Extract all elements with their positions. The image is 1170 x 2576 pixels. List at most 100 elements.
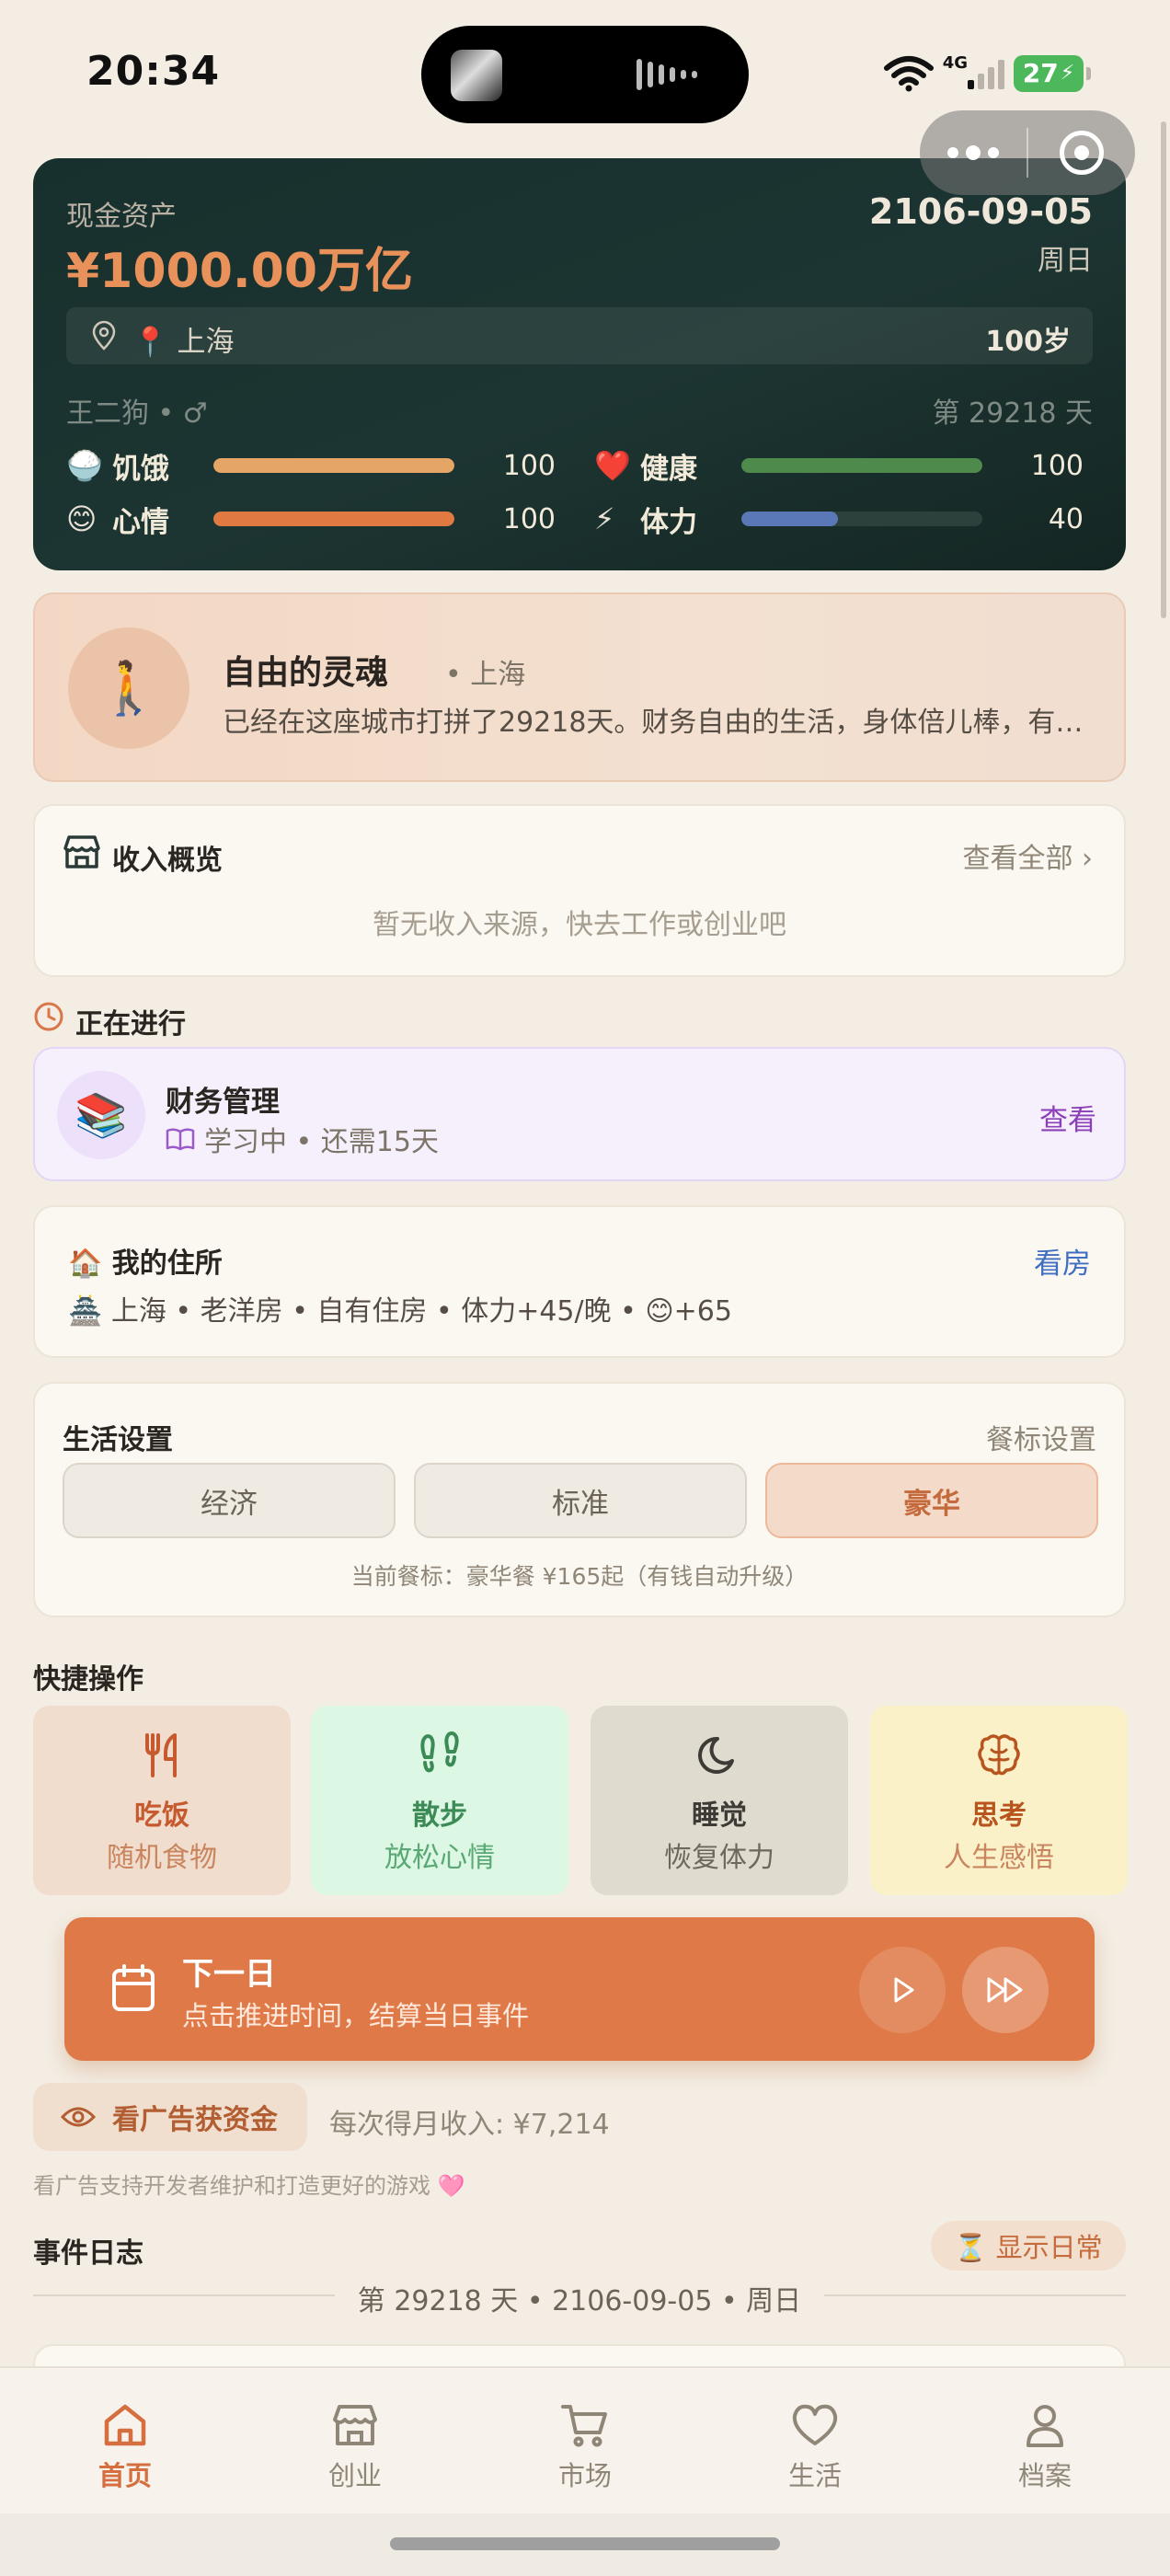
task-status-text: 学习中 • 还需15天 [204,1126,439,1158]
quick-action-sub: 人生感悟 [944,1842,1054,1874]
stat-value: 100 [1030,449,1084,482]
tab-profile[interactable]: 档案 [981,2399,1109,2493]
watch-ad-label: 看广告获资金 [112,2104,278,2136]
scrollbar[interactable] [1161,121,1166,618]
stat-bar-fill [213,458,454,473]
stat-bar [741,512,982,526]
task-card-finance[interactable]: 📚 财务管理 学习中 • 还需15天 查看 [33,1047,1126,1181]
quick-actions-title: 快捷操作 [33,1663,143,1696]
home-indicator[interactable] [390,2537,780,2550]
game-date: 2106-09-05 [868,191,1093,232]
next-day-title: 下一日 [182,1956,276,1993]
in-progress-title: 正在进行 [75,1008,186,1041]
cash-value: ¥1000.00万亿 [66,244,414,299]
heart-icon [792,2404,838,2445]
stat-label: 心情 [112,505,169,539]
stat-value: 40 [1048,502,1084,535]
meal-note: 当前餐标：豪华餐 ¥165起（有钱自动升级） [350,1563,809,1590]
moon-icon [698,1736,734,1774]
ad-support-note: 看广告支持开发者维护和打造更好的游戏 🩷 [33,2173,465,2199]
meal-option-economy[interactable]: 经济 [63,1463,396,1538]
next-day-button[interactable]: 下一日 点击推进时间，结算当日事件 [64,1917,1095,2061]
quick-action-sub: 恢复体力 [664,1842,774,1874]
day-count: 第 29218 天 [932,397,1093,430]
quick-action-label: 睡觉 [692,1800,747,1832]
quick-action-label: 吃饭 [134,1800,189,1832]
tab-business[interactable]: 创业 [291,2399,419,2493]
quick-action-sub: 放松心情 [384,1842,495,1874]
quick-action-label: 散步 [412,1800,467,1832]
stat-bar-fill [741,458,982,473]
meal-settings-link[interactable]: 餐标设置 [986,1417,1096,1457]
stat-bar-fill [741,512,838,526]
quick-action-think[interactable]: 思考 人生感悟 [870,1706,1128,1895]
view-housing-button[interactable]: 看房 [1034,1240,1091,1282]
profile-description: 已经在这座城市打拼了29218天。财务自由的生活，身体倍儿棒，有… [223,707,1084,739]
fast-forward-button[interactable] [962,1947,1049,2033]
quick-action-walk[interactable]: 散步 放松心情 [311,1706,568,1895]
quick-action-sleep[interactable]: 睡觉 恢复体力 [591,1706,848,1895]
more-menu-icon[interactable] [920,145,1027,160]
quick-action-label: 思考 [971,1800,1027,1832]
signal-icon [968,58,1004,89]
play-button[interactable] [859,1947,946,2033]
quick-action-sub: 随机食物 [107,1842,217,1874]
ad-income-text: 每次得月收入: ¥7,214 [329,2109,610,2141]
tab-market[interactable]: 市场 [521,2399,649,2493]
stat-bar [741,458,982,473]
network-type: 4G [942,53,968,73]
life-settings-card: 生活设置 餐标设置 经济 标准 豪华 当前餐标：豪华餐 ¥165起（有钱自动升级… [33,1382,1126,1617]
stat-mood: 😊 心情 100 [66,500,556,539]
walking-person-icon: 🚶 [68,627,189,749]
view-all-link[interactable]: 查看全部 › [962,835,1093,876]
character-age: 100岁 [985,326,1071,358]
cash-label: 现金资产 [66,201,177,233]
stat-value: 100 [502,449,556,482]
store-icon [63,835,100,868]
miniprogram-capsule [920,110,1135,195]
life-settings-title: 生活设置 [63,1424,173,1456]
heart-icon: ❤️ [594,448,631,483]
calendar-icon [112,1964,155,2011]
person-icon [1027,2405,1063,2447]
audio-wave-icon [637,59,697,90]
income-overview-card: 收入概览 查看全部 › 暂无收入来源，快去工作或创业吧 [33,804,1126,977]
stat-hunger: 🍚 饥饿 100 [66,447,556,486]
profile-title: 自由的灵魂 [223,654,389,692]
task-name: 财务管理 [166,1086,280,1119]
stat-label: 健康 [640,452,697,486]
stat-health: ❤️ 健康 100 [594,447,1084,486]
game-weekday: 周日 [1038,245,1093,277]
event-log-title: 事件日志 [33,2237,143,2270]
day-divider-label: 第 29218 天 • 2106-09-05 • 周日 [335,2278,824,2318]
stat-bar-fill [213,512,454,526]
rice-icon: 🍚 [66,448,103,483]
wifi-icon [883,55,934,91]
meal-option-standard[interactable]: 标准 [414,1463,747,1538]
meal-option-luxury[interactable]: 豪华 [765,1463,1098,1538]
clock-icon [34,1002,63,1031]
close-miniprogram-icon[interactable] [1028,131,1135,175]
home-icon [104,2404,146,2446]
residence-card: 🏠 我的住所 看房 🏯 上海 • 老洋房 • 自有住房 • 体力+45/晚 • … [33,1205,1126,1358]
show-daily-toggle[interactable]: ⏳ 显示日常 [931,2221,1126,2271]
residence-detail: 🏯 上海 • 老洋房 • 自有住房 • 体力+45/晚 • 😊+65 [68,1295,732,1328]
location-pin-icon [92,320,116,351]
status-time: 20:34 [86,48,221,95]
character-name: 王二狗 • ♂ [66,397,208,430]
watch-ad-button[interactable]: 看广告获资金 [33,2083,307,2151]
quick-action-eat[interactable]: 吃饭 随机食物 [33,1706,291,1895]
books-icon: 📚 [57,1071,145,1159]
tab-label: 生活 [787,2460,842,2491]
smile-icon: 😊 [66,501,98,536]
play-icon [894,1977,914,2003]
tab-label: 首页 [98,2460,152,2491]
status-profile-card[interactable]: 🚶 自由的灵魂 • 上海 已经在这座城市打拼了29218天。财务自由的生活，身体… [33,592,1126,782]
task-view-button[interactable]: 查看 [1039,1097,1096,1138]
tab-life[interactable]: 生活 [751,2399,879,2493]
stat-bar [213,458,454,473]
location-bar[interactable]: 📍 上海 100岁 [66,307,1093,364]
tab-home[interactable]: 首页 [61,2399,189,2493]
income-empty-text: 暂无收入来源，快去工作或创业吧 [373,909,786,941]
open-book-icon [166,1128,195,1151]
